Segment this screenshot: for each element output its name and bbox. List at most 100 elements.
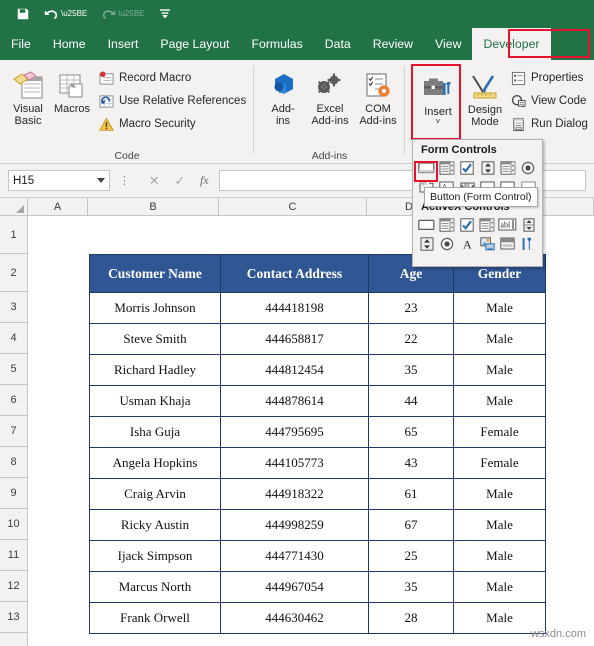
cell-age[interactable]: 67 <box>368 509 454 541</box>
tab-insert[interactable]: Insert <box>97 28 150 60</box>
row-header-6[interactable]: 6 <box>0 385 28 416</box>
row-header-1[interactable]: 1 <box>0 216 28 254</box>
table-row[interactable]: Frank Orwell 444630462 28 Male <box>89 602 546 634</box>
spin-button-activex-icon[interactable] <box>418 235 435 252</box>
insert-function-icon[interactable]: fx <box>200 173 209 188</box>
insert-controls-caret-icon[interactable]: ˅ <box>436 118 441 126</box>
scroll-bar-activex-icon[interactable] <box>520 216 537 233</box>
label-activex-icon[interactable]: A <box>459 235 476 252</box>
cell-age[interactable]: 61 <box>368 478 454 510</box>
tab-developer[interactable]: Developer <box>472 28 551 60</box>
table-row[interactable]: Marcus North 444967054 35 Male <box>89 571 546 603</box>
cell-customer-name[interactable]: Isha Guja <box>89 416 221 448</box>
tab-data[interactable]: Data <box>314 28 362 60</box>
column-header-b[interactable]: B <box>88 198 219 216</box>
cell-gender[interactable]: Male <box>453 540 546 572</box>
row-header-10[interactable]: 10 <box>0 509 28 540</box>
table-row[interactable]: Richard Hadley 444812454 35 Male <box>89 354 546 386</box>
com-addins-button[interactable]: COM Add-ins <box>354 64 402 128</box>
cell-customer-name[interactable]: Richard Hadley <box>89 354 221 386</box>
option-button-activex-icon[interactable] <box>438 235 455 252</box>
cell-gender[interactable]: Male <box>453 571 546 603</box>
row-header-11[interactable]: 11 <box>0 540 28 571</box>
cell-age[interactable]: 23 <box>368 292 454 324</box>
excel-addins-button[interactable]: Excel Add-ins <box>306 64 354 128</box>
cancel-formula-icon[interactable]: ✕ <box>149 173 159 188</box>
formula-bar-expand-handle[interactable]: ⋮ <box>119 174 130 187</box>
cell-customer-name[interactable]: Craig Arvin <box>89 478 221 510</box>
table-row[interactable]: Morris Johnson 444418198 23 Male <box>89 292 546 324</box>
enter-formula-icon[interactable]: ✓ <box>174 173 184 188</box>
combo-box-activex-icon[interactable] <box>438 216 455 233</box>
cell-contact-address[interactable]: 444998259 <box>220 509 369 541</box>
check-box-activex-icon[interactable] <box>458 216 475 233</box>
cell-customer-name[interactable]: Ricky Austin <box>89 509 221 541</box>
table-row[interactable]: Ricky Austin 444998259 67 Male <box>89 509 546 541</box>
cell-age[interactable]: 35 <box>368 354 454 386</box>
run-dialog-button[interactable]: Run Dialog <box>510 116 588 132</box>
column-header-c[interactable]: C <box>219 198 367 216</box>
row-header-2[interactable]: 2 <box>0 254 28 292</box>
macro-security-button[interactable]: Macro Security <box>98 116 196 132</box>
table-row[interactable]: Steve Smith 444658817 22 Male <box>89 323 546 355</box>
row-header-8[interactable]: 8 <box>0 447 28 478</box>
name-box-chevron-down-icon[interactable] <box>97 177 105 184</box>
cell-customer-name[interactable]: Marcus North <box>89 571 221 603</box>
row-header-13[interactable]: 13 <box>0 602 28 633</box>
cell-contact-address[interactable]: 444771430 <box>220 540 369 572</box>
row-header-3[interactable]: 3 <box>0 292 28 323</box>
combo-box-form-control-icon[interactable] <box>438 159 455 176</box>
cell-age[interactable]: 22 <box>368 323 454 355</box>
undo-icon[interactable]: \u25BE <box>44 8 87 21</box>
cell-customer-name[interactable]: Ijack Simpson <box>89 540 221 572</box>
cell-age[interactable]: 44 <box>368 385 454 417</box>
table-row[interactable]: Angela Hopkins 444105773 43 Female <box>89 447 546 479</box>
column-header-a[interactable]: A <box>28 198 88 216</box>
cells-area[interactable]: Customer Name Contact Address Age Gender… <box>28 216 594 646</box>
visual-basic-button[interactable]: Visual Basic <box>6 64 50 128</box>
list-box-activex-icon[interactable] <box>478 216 495 233</box>
name-box[interactable]: H15 <box>8 170 110 191</box>
text-box-activex-icon[interactable]: abl <box>498 216 517 233</box>
row-header-14[interactable] <box>0 633 28 646</box>
command-button-activex-icon[interactable] <box>418 216 435 233</box>
button-form-control-icon[interactable] <box>418 159 435 176</box>
row-header-4[interactable]: 4 <box>0 323 28 354</box>
cell-contact-address[interactable]: 444105773 <box>220 447 369 479</box>
cell-age[interactable]: 25 <box>368 540 454 572</box>
image-activex-icon[interactable] <box>479 235 496 252</box>
table-row[interactable]: Craig Arvin 444918322 61 Male <box>89 478 546 510</box>
properties-button[interactable]: Properties <box>510 70 583 86</box>
cell-age[interactable]: 65 <box>368 416 454 448</box>
cell-gender[interactable]: Male <box>453 292 546 324</box>
cell-contact-address[interactable]: 444658817 <box>220 323 369 355</box>
cell-customer-name[interactable]: Angela Hopkins <box>89 447 221 479</box>
cell-gender[interactable]: Male <box>453 354 546 386</box>
row-header-9[interactable]: 9 <box>0 478 28 509</box>
cell-customer-name[interactable]: Usman Khaja <box>89 385 221 417</box>
insert-controls-button[interactable]: Insert ˅ <box>416 67 460 126</box>
check-box-form-control-icon[interactable] <box>459 159 476 176</box>
cell-customer-name[interactable]: Frank Orwell <box>89 602 221 634</box>
tab-view[interactable]: View <box>424 28 472 60</box>
cell-contact-address[interactable]: 444918322 <box>220 478 369 510</box>
option-button-form-control-icon[interactable] <box>520 159 537 176</box>
cell-gender[interactable]: Male <box>453 509 546 541</box>
cell-age[interactable]: 43 <box>368 447 454 479</box>
tab-formulas[interactable]: Formulas <box>240 28 313 60</box>
table-row[interactable]: Usman Khaja 444878614 44 Male <box>89 385 546 417</box>
row-header-12[interactable]: 12 <box>0 571 28 602</box>
cell-gender[interactable]: Female <box>453 447 546 479</box>
cell-customer-name[interactable]: Morris Johnson <box>89 292 221 324</box>
row-header-5[interactable]: 5 <box>0 354 28 385</box>
cell-gender[interactable]: Male <box>453 385 546 417</box>
table-row[interactable]: Ijack Simpson 444771430 25 Male <box>89 540 546 572</box>
cell-contact-address[interactable]: 444795695 <box>220 416 369 448</box>
cell-gender[interactable]: Female <box>453 416 546 448</box>
record-macro-button[interactable]: Record Macro <box>98 70 191 86</box>
cell-age[interactable]: 28 <box>368 602 454 634</box>
tab-review[interactable]: Review <box>362 28 424 60</box>
more-controls-activex-icon[interactable]: .. <box>520 235 537 252</box>
spin-button-form-control-icon[interactable] <box>479 159 496 176</box>
cell-contact-address[interactable]: 444967054 <box>220 571 369 603</box>
